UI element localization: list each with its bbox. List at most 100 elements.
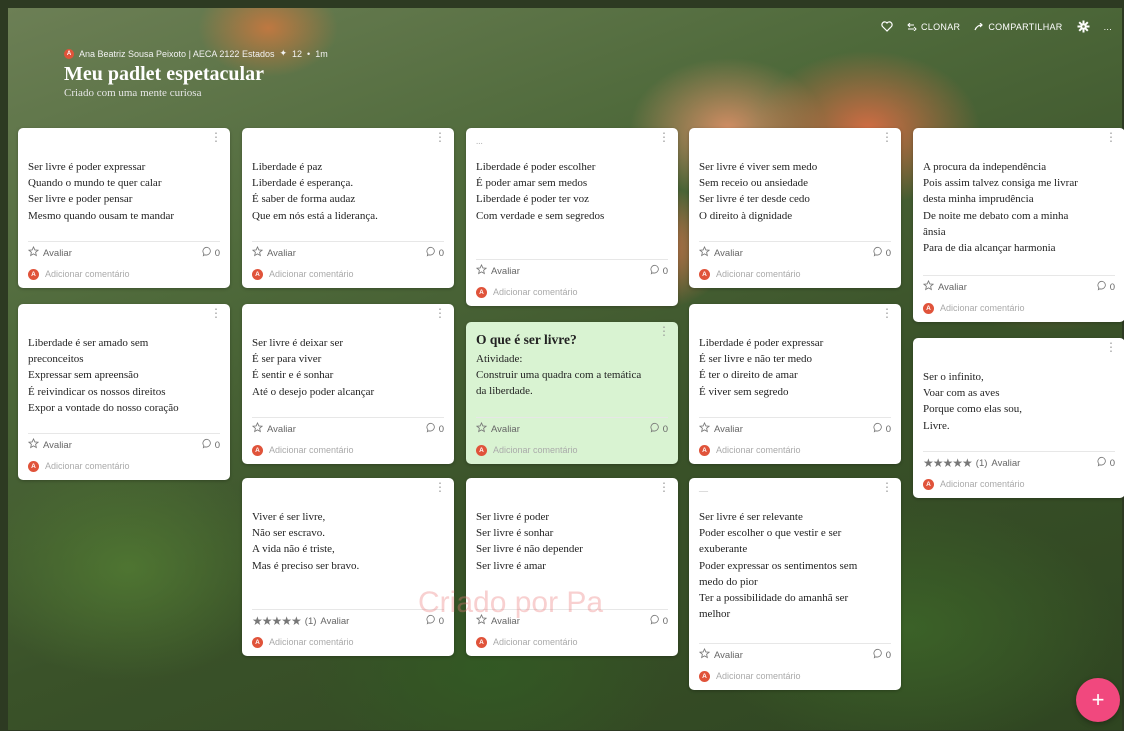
rate-button[interactable]: Avaliar: [922, 279, 967, 294]
heart-icon[interactable]: [881, 21, 893, 32]
comment-count-button[interactable]: 0: [1097, 280, 1115, 294]
add-comment-field[interactable]: A Adicionar comentário: [28, 264, 220, 284]
post-card[interactable]: ⋮ Ser livre é poder expressar Quando o mun…: [18, 128, 230, 288]
post-menu-icon[interactable]: ⋮: [434, 131, 446, 143]
rate-button[interactable]: ★★★★★ (1) Avaliar: [923, 456, 1020, 470]
add-comment-field[interactable]: A Adicionar comentário: [28, 456, 220, 476]
add-comment-field[interactable]: A Adicionar comentário: [252, 264, 444, 284]
post-menu-icon[interactable]: ⋮: [434, 481, 446, 493]
add-comment-placeholder: Adicionar comentário: [716, 269, 801, 279]
comment-count-button[interactable]: 0: [650, 264, 668, 278]
post-card[interactable]: ⋮... Liberdade é poder escolher É poder am…: [466, 128, 678, 306]
post-footer: Avaliar 0 A Adicionar comentário: [251, 417, 444, 464]
post-card[interactable]: ⋮ Liberdade é poder expressar É ser livre …: [689, 304, 901, 464]
post-card[interactable]: ⋮ Viver é ser livre, Não ser escravo. A vid…: [242, 478, 454, 656]
rate-button[interactable]: Avaliar: [475, 263, 520, 278]
post-menu-icon[interactable]: ⋮: [881, 131, 893, 143]
rate-button[interactable]: ★★★★★ (1) Avaliar: [252, 614, 349, 628]
author-name[interactable]: Ana Beatriz Sousa Peixoto | AECA 2122 Es…: [79, 49, 274, 59]
post-card[interactable]: ⋮ Liberdade é paz Liberdade é esperança. É …: [242, 128, 454, 288]
post-menu-icon[interactable]: ⋮: [434, 307, 446, 319]
rate-button[interactable]: Avaliar: [475, 421, 520, 436]
rate-button[interactable]: Avaliar: [251, 421, 296, 436]
avatar: A: [252, 636, 263, 648]
clone-button[interactable]: CLONAR: [907, 22, 960, 32]
post-card[interactable]: ⋮ Liberdade é ser amado sem preconceitos Ex…: [18, 304, 230, 480]
post-line: Viver é ser livre,: [252, 511, 326, 523]
add-comment-field[interactable]: A Adicionar comentário: [252, 440, 444, 460]
add-comment-field[interactable]: A Adicionar comentário: [476, 632, 668, 652]
comment-count-button[interactable]: 0: [650, 422, 668, 436]
comment-count-button[interactable]: 0: [873, 422, 891, 436]
comment-count: 0: [662, 615, 668, 627]
post-body: Ser livre é ser relevante Poder escolher …: [689, 478, 901, 622]
post-body: Liberdade é poder expressar É ser livre e…: [689, 304, 901, 400]
post-menu-icon[interactable]: ⋮: [210, 131, 222, 143]
post-card[interactable]: ⋮ Ser livre é poder Ser livre é sonhar Ser …: [466, 478, 678, 656]
post-card[interactable]: ⋮ Ser livre é deixar ser É ser para viver É…: [242, 304, 454, 464]
add-comment-field[interactable]: A Adicionar comentário: [252, 632, 444, 652]
rate-button[interactable]: Avaliar: [698, 245, 743, 260]
add-comment-field[interactable]: A Adicionar comentário: [923, 298, 1115, 318]
post-menu-icon[interactable]: ⋮: [658, 131, 670, 143]
post-line: Quando o mundo te quer calar: [28, 177, 162, 190]
rate-button[interactable]: Avaliar: [698, 421, 743, 436]
add-comment-field[interactable]: A Adicionar comentário: [476, 282, 668, 302]
comment-count-button[interactable]: 0: [202, 246, 220, 260]
star-icon: [698, 647, 711, 662]
comment-count-button[interactable]: 0: [873, 246, 891, 260]
post-card[interactable]: ⋮ O que é ser livre? Atividade: Construir u…: [466, 322, 678, 464]
avatar: A: [699, 670, 710, 682]
post-menu-icon[interactable]: ⋮: [881, 481, 893, 493]
rating-row: Avaliar 0: [698, 242, 891, 264]
rate-button[interactable]: Avaliar: [27, 245, 72, 260]
rating-row: Avaliar 0: [698, 644, 891, 666]
rate-button[interactable]: Avaliar: [251, 245, 296, 260]
post-card[interactable]: ⋮ Ser o infinito, Voar com as aves Porque c…: [913, 338, 1124, 498]
add-comment-field[interactable]: A Adicionar comentário: [923, 474, 1115, 494]
comment-count-button[interactable]: 0: [1097, 456, 1115, 470]
add-post-button[interactable]: +: [1076, 678, 1120, 722]
add-comment-field[interactable]: A Adicionar comentário: [699, 264, 891, 284]
add-comment-placeholder: Adicionar comentário: [716, 445, 801, 455]
post-footer: ★★★★★ (1) Avaliar 0 A Adicionar comentário: [923, 451, 1115, 498]
page-subtitle: Criado com uma mente curiosa: [64, 87, 202, 99]
star-icon: [251, 245, 264, 260]
comment-count-button[interactable]: 0: [650, 614, 668, 628]
comment-count-button[interactable]: 0: [202, 438, 220, 452]
post-menu-icon[interactable]: ⋮: [881, 307, 893, 319]
rate-button[interactable]: Avaliar: [475, 613, 520, 628]
comment-count-button[interactable]: 0: [426, 422, 444, 436]
rating-row: ★★★★★ (1) Avaliar 0: [923, 452, 1115, 474]
star-icon: [922, 279, 935, 294]
rate-label: Avaliar: [43, 439, 72, 451]
post-menu-icon[interactable]: ⋮: [1105, 341, 1117, 353]
post-menu-icon[interactable]: ⋮: [1105, 131, 1117, 143]
time-ago: 1m: [315, 48, 328, 59]
rate-button[interactable]: Avaliar: [27, 437, 72, 452]
add-comment-field[interactable]: A Adicionar comentário: [699, 666, 891, 686]
comment-count-button[interactable]: 0: [426, 246, 444, 260]
share-button[interactable]: COMPARTILHAR: [974, 22, 1062, 32]
author-avatar[interactable]: A: [64, 48, 74, 59]
comment-count-button[interactable]: 0: [873, 648, 891, 662]
comment-count: 0: [662, 423, 668, 435]
gear-icon[interactable]: [1077, 20, 1090, 33]
post-line: Ser o infinito,: [923, 371, 984, 383]
post-menu-icon[interactable]: ⋮: [210, 307, 222, 319]
add-comment-field[interactable]: A Adicionar comentário: [476, 440, 668, 460]
post-card[interactable]: ⋮ — Ser livre é ser relevante Poder escolhe…: [689, 478, 901, 690]
rate-button[interactable]: Avaliar: [698, 647, 743, 662]
add-comment-field[interactable]: A Adicionar comentário: [699, 440, 891, 460]
more-menu-icon[interactable]: ...: [1104, 22, 1112, 32]
rating-stars[interactable]: ★★★★★: [252, 614, 302, 628]
post-menu-icon[interactable]: ⋮: [658, 481, 670, 493]
comment-count-button[interactable]: 0: [426, 614, 444, 628]
post-menu-icon[interactable]: ⋮: [658, 325, 670, 337]
rating-stars[interactable]: ★★★★★: [923, 456, 973, 470]
rating-row: Avaliar 0: [475, 610, 668, 632]
post-card[interactable]: ⋮ Ser livre é viver sem medo Sem receio ou…: [689, 128, 901, 288]
add-comment-placeholder: Adicionar comentário: [493, 637, 578, 647]
post-card[interactable]: ⋮ A procura da independência Pois assim ta…: [913, 128, 1124, 322]
post-title: O que é ser livre?: [476, 332, 577, 347]
